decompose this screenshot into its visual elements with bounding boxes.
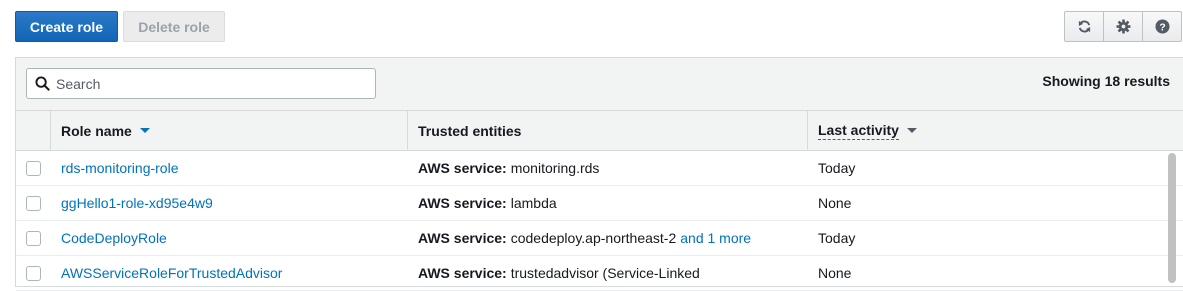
role-name-link[interactable]: AWSServiceRoleForTrustedAdvisor <box>61 265 282 281</box>
last-activity: None <box>818 265 852 281</box>
role-name-link[interactable]: ggHello1-role-xd95e4w9 <box>61 195 213 211</box>
toolbar-icon-group: ? <box>1064 11 1182 42</box>
last-activity: Today <box>818 230 856 246</box>
entity-value: trustedadvisor (Service-Linked <box>510 265 700 281</box>
table-row: AWSServiceRoleForTrustedAdvisor AWS serv… <box>16 256 1183 291</box>
delete-role-button[interactable]: Delete role <box>123 11 225 42</box>
column-label: Trusted entities <box>418 122 522 139</box>
refresh-button[interactable] <box>1065 12 1104 41</box>
table-header: Role name Trusted entities Last activity <box>16 111 1183 151</box>
help-icon: ? <box>1154 19 1170 34</box>
search-icon <box>35 76 50 91</box>
column-label: Last activity <box>818 121 899 140</box>
select-all-header <box>16 111 51 150</box>
caret-down-icon <box>906 128 917 133</box>
column-header-last-activity[interactable]: Last activity <box>808 111 1183 150</box>
entity-label: AWS service: <box>418 230 507 246</box>
entity-label: AWS service: <box>418 160 507 176</box>
entity-value: lambda <box>510 195 557 211</box>
and-more-link[interactable]: and 1 more <box>680 230 751 246</box>
search-box[interactable] <box>26 68 376 99</box>
refresh-icon <box>1078 20 1090 33</box>
column-header-role-name[interactable]: Role name <box>51 111 408 150</box>
row-checkbox[interactable] <box>26 195 41 211</box>
search-input[interactable] <box>54 74 354 93</box>
row-checkbox[interactable] <box>26 230 41 246</box>
table-row: CodeDeployRole AWS service: codedeploy.ap… <box>16 221 1183 256</box>
row-checkbox[interactable] <box>26 160 41 176</box>
last-activity: Today <box>818 160 856 176</box>
last-activity: None <box>818 195 852 211</box>
column-header-trusted-entities[interactable]: Trusted entities <box>408 111 808 150</box>
entity-value: codedeploy.ap-northeast-2 <box>510 230 677 246</box>
row-checkbox[interactable] <box>26 265 41 281</box>
table-row: rds-monitoring-role AWS service: monitori… <box>16 151 1183 186</box>
sort-descending-icon <box>139 128 150 133</box>
create-role-button[interactable]: Create role <box>15 11 118 42</box>
entity-value: monitoring.rds <box>510 160 600 176</box>
role-name-link[interactable]: rds-monitoring-role <box>61 160 178 176</box>
role-name-link[interactable]: CodeDeployRole <box>61 230 167 246</box>
help-button[interactable]: ? <box>1143 12 1181 41</box>
gear-icon <box>1115 19 1131 34</box>
table-toolbar: Showing 18 results <box>16 58 1183 111</box>
roles-table: Showing 18 results Role name Trusted ent… <box>15 57 1183 291</box>
settings-button[interactable] <box>1104 12 1143 41</box>
svg-text:?: ? <box>1159 22 1165 33</box>
table-row: ggHello1-role-xd95e4w9 AWS service: lambd… <box>16 186 1183 221</box>
entity-label: AWS service: <box>418 265 507 281</box>
column-label: Role name <box>61 122 132 139</box>
results-count: Showing 18 results <box>1042 73 1170 89</box>
table-scrollbar[interactable] <box>1168 153 1176 283</box>
entity-label: AWS service: <box>418 195 507 211</box>
